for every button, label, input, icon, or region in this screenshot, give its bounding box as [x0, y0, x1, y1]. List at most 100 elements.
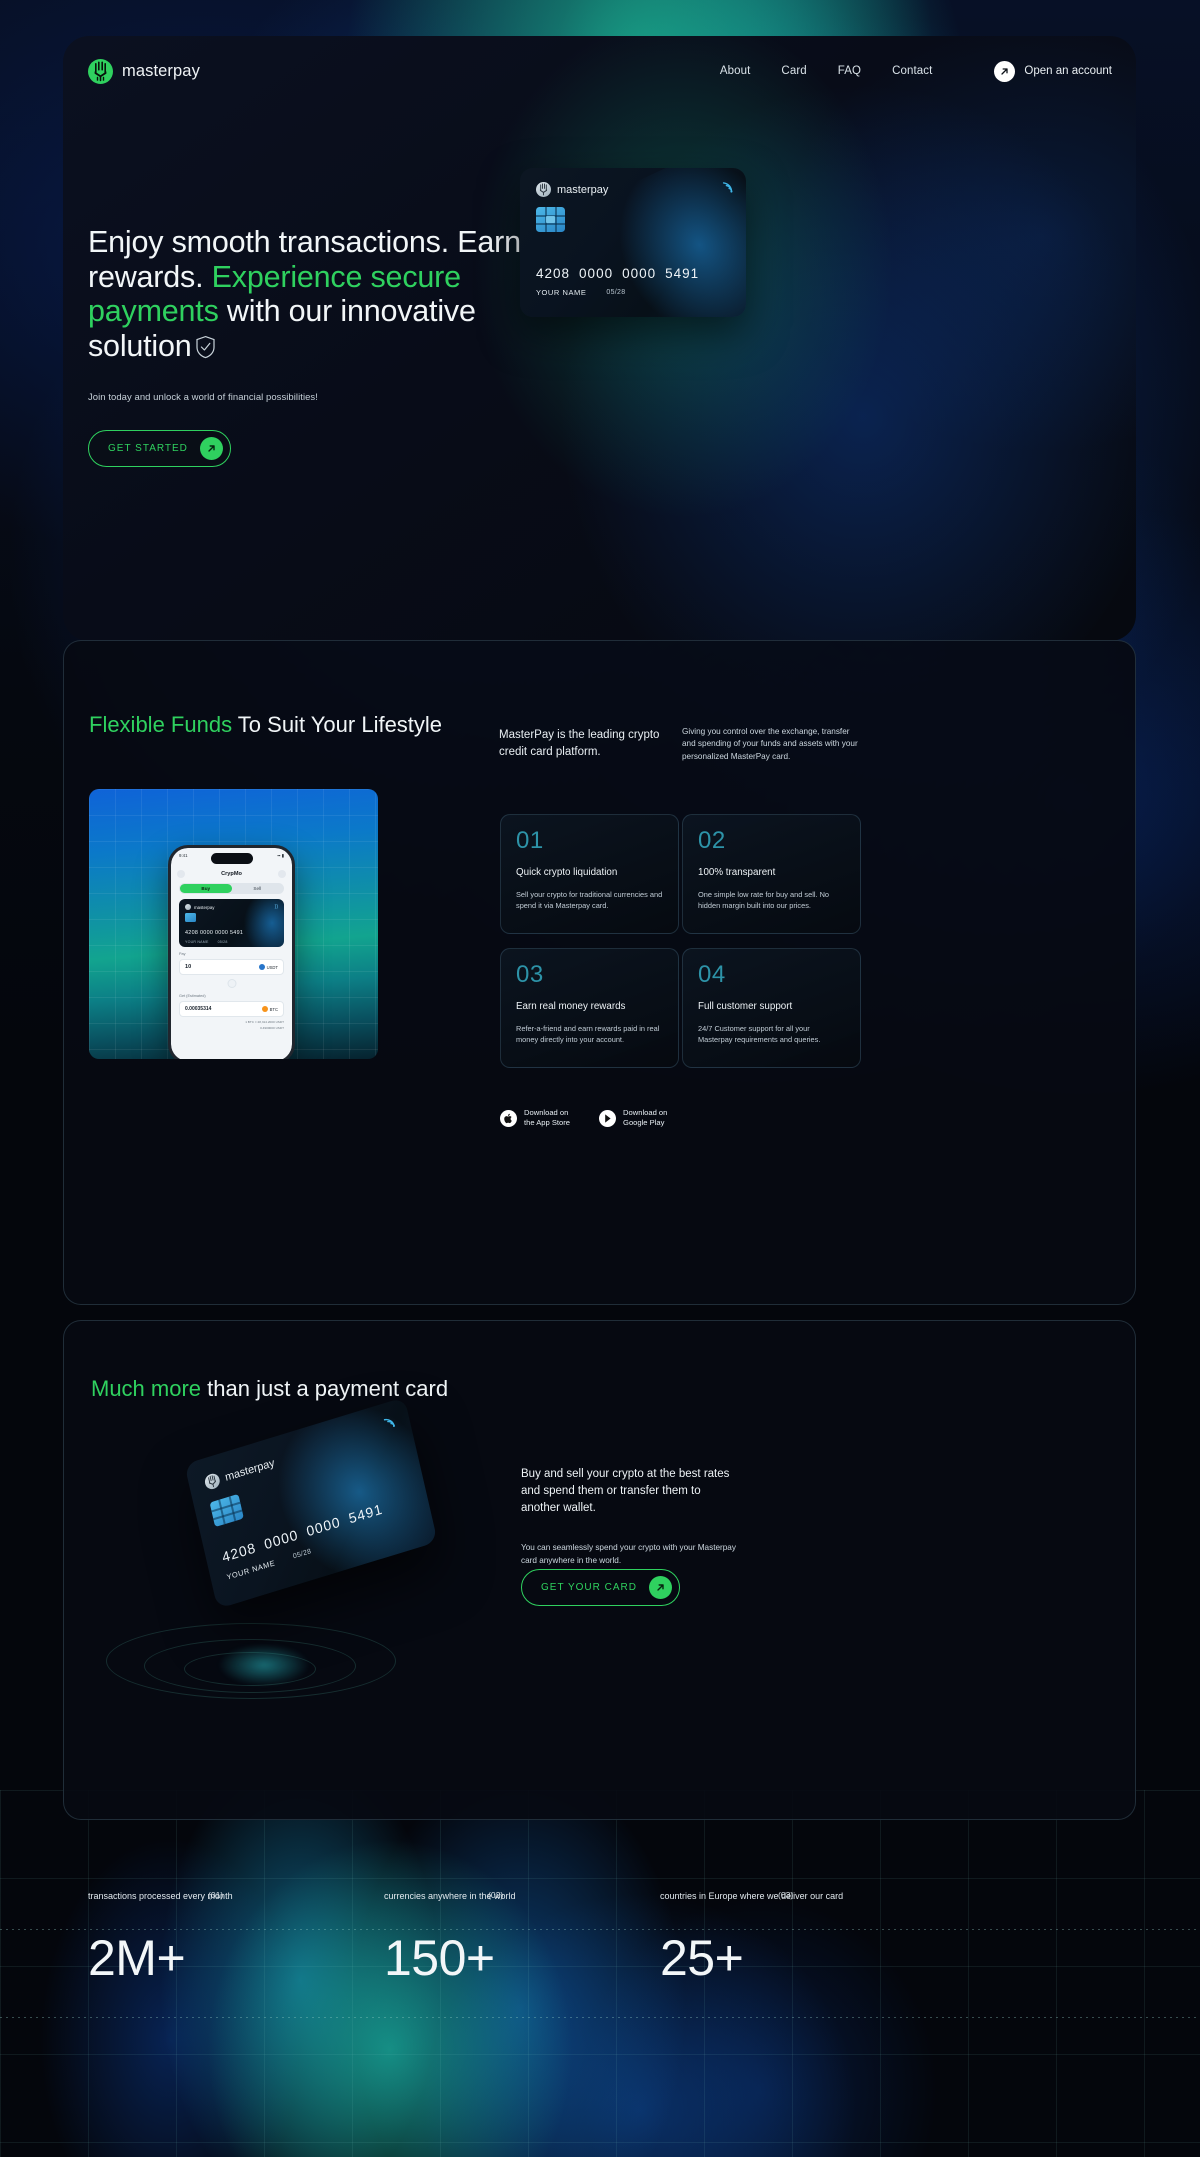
- much-card-brand: masterpay: [203, 1455, 276, 1491]
- feature-number: 03: [516, 961, 544, 988]
- app-topbar: CrypMo: [171, 867, 292, 880]
- app-preview: 9:41 ▪▪ ▮ CrypMo Buy Sell masterpay)) 4…: [89, 789, 378, 1059]
- nav-item-faq[interactable]: FAQ: [838, 65, 861, 77]
- app-store-button[interactable]: Download on the App Store: [500, 1108, 570, 1129]
- feature-number: 01: [516, 827, 544, 854]
- feature-title: Earn real money rewards: [516, 1001, 626, 1012]
- feature-desc: One simple low rate for buy and sell. No…: [698, 890, 830, 911]
- tab-sell[interactable]: Sell: [232, 884, 284, 893]
- tab-buy[interactable]: Buy: [180, 884, 232, 893]
- card-number: 4208 0000 0000 5491: [536, 266, 708, 281]
- status-time: 9:41: [179, 853, 188, 858]
- get-currency: BTC: [269, 1006, 278, 1012]
- flexible-lead: MasterPay is the leading crypto credit c…: [499, 729, 660, 758]
- much-copy: Buy and sell your crypto at the best rat…: [521, 1466, 736, 1567]
- card-number-group: 0000: [622, 266, 657, 281]
- card-number-group: 0000: [262, 1526, 300, 1553]
- open-account-button[interactable]: Open an account: [994, 60, 1112, 82]
- stat-value: 150+: [384, 1930, 495, 1987]
- get-your-card-button[interactable]: GET YOUR CARD: [521, 1569, 680, 1606]
- card-number-group: 5491: [665, 266, 700, 281]
- emv-chip-icon: [185, 913, 196, 922]
- nav-item-contact[interactable]: Contact: [892, 65, 932, 77]
- get-output-row: 0.00035314 BTC: [179, 1001, 284, 1017]
- profile-icon[interactable]: [278, 870, 286, 878]
- feature-number: 02: [698, 827, 726, 854]
- feature-card: 01 Quick crypto liquidation Sell your cr…: [500, 814, 679, 934]
- floating-card-visual: masterpay 4208 0000 0000 5491 YOUR NAME 05/…: [84, 1397, 504, 1761]
- feature-title: Full customer support: [698, 1001, 793, 1012]
- card-expiry: 05/28: [606, 289, 626, 296]
- app-store-label: Download on the App Store: [524, 1108, 570, 1129]
- phone-card-number: 4208 0000 0000 5491: [185, 930, 244, 936]
- app-store-line1: Download on: [524, 1108, 569, 1117]
- emv-chip-icon: [209, 1493, 244, 1528]
- card-brand-name: masterpay: [557, 183, 609, 196]
- flexible-heading-block: Flexible Funds To Suit Your Lifestyle: [89, 711, 442, 740]
- card-number-group: 0000: [579, 266, 614, 281]
- stat-item: countries in Europe where we deliver our…: [660, 1890, 940, 1983]
- pay-amount[interactable]: 10: [185, 964, 191, 970]
- hero-title: Enjoy smooth transactions. Earn rewards.…: [88, 225, 558, 366]
- feature-number: 04: [698, 961, 726, 988]
- get-currency-selector[interactable]: BTC: [261, 1006, 278, 1012]
- status-icons: ▪▪ ▮: [277, 853, 284, 858]
- feature-desc: 24/7 Customer support for all your Maste…: [698, 1024, 821, 1045]
- much-title-rest: than just a payment card: [201, 1376, 449, 1401]
- swap-icon[interactable]: [227, 979, 236, 988]
- masterpay-logo-icon: [203, 1471, 222, 1491]
- get-your-card-label: GET YOUR CARD: [541, 1582, 637, 1593]
- shield-check-icon: [195, 332, 216, 367]
- flexible-title-accent: Flexible Funds: [89, 712, 233, 737]
- masterpay-logo-icon: [536, 182, 551, 197]
- nav-item-card[interactable]: Card: [781, 65, 806, 77]
- card-number-group: 4208: [536, 266, 571, 281]
- hero-subtitle: Join today and unlock a world of financi…: [88, 392, 318, 404]
- back-icon[interactable]: [177, 870, 185, 878]
- stat-item: transactions processed every month (01) …: [88, 1890, 348, 1983]
- google-play-icon: [599, 1109, 617, 1127]
- phone-screen: 9:41 ▪▪ ▮ CrypMo Buy Sell masterpay)) 4…: [171, 848, 292, 1059]
- feature-card: 02 100% transparent One simple low rate …: [682, 814, 861, 934]
- apple-icon: [500, 1109, 517, 1127]
- pay-currency-selector[interactable]: USDT: [258, 964, 278, 970]
- get-started-button[interactable]: GET STARTED: [88, 430, 231, 468]
- buy-sell-toggle[interactable]: Buy Sell: [179, 883, 284, 894]
- feature-card: 04 Full customer support 24/7 Customer s…: [682, 948, 861, 1068]
- arrow-up-right-icon: [994, 60, 1016, 82]
- site-header: masterpay About Card FAQ Contact Open an…: [88, 52, 1112, 90]
- open-account-label: Open an account: [1024, 65, 1112, 77]
- emv-chip-icon: [536, 207, 565, 232]
- hero-credit-card: masterpay 4208 0000 0000 5491 YOUR NAME 05/…: [520, 168, 746, 317]
- much-credit-card: masterpay 4208 0000 0000 5491 YOUR NAME 05/…: [184, 1397, 438, 1609]
- card-number-group: 0000: [304, 1513, 343, 1540]
- google-play-button[interactable]: Download on Google Play: [599, 1108, 667, 1129]
- feature-card: 03 Earn real money rewards Refer-a-frien…: [500, 948, 679, 1068]
- much-card-brand-name: masterpay: [223, 1456, 276, 1484]
- app-title: CrypMo: [221, 870, 242, 877]
- store-badges: Download on the App Store Download on Go…: [500, 1108, 667, 1129]
- card-number-group: 5491: [347, 1500, 385, 1527]
- nav-item-about[interactable]: About: [720, 65, 751, 77]
- pay-input-row[interactable]: 10 USDT: [179, 959, 284, 975]
- brand-logo[interactable]: masterpay: [88, 58, 200, 84]
- much-lead: Buy and sell your crypto at the best rat…: [521, 1468, 730, 1515]
- landing-page: masterpay About Card FAQ Contact Open an…: [0, 0, 1200, 2157]
- phone-card-brand-name: masterpay: [194, 904, 215, 910]
- feature-title: Quick crypto liquidation: [516, 867, 618, 878]
- stat-label: currencies anywhere in the world: [384, 1891, 516, 1901]
- phone-card-brand: masterpay: [185, 904, 215, 910]
- feature-desc: Sell your crypto for traditional currenc…: [516, 890, 663, 911]
- arrow-up-right-icon: [199, 437, 223, 461]
- much-note: You can seamlessly spend your crypto wit…: [521, 1543, 736, 1565]
- stat-index: (03): [778, 1890, 794, 1900]
- google-play-label: Download on Google Play: [623, 1108, 667, 1129]
- hero-copy: Enjoy smooth transactions. Earn rewards.…: [88, 225, 558, 468]
- stat-index: (02): [488, 1890, 504, 1900]
- stat-label: countries in Europe where we deliver our…: [660, 1891, 844, 1901]
- rate-line: 1 BTC = 28,314.2000 USDT: [245, 1020, 284, 1024]
- phone-card-holder: YOUR NAME: [185, 940, 209, 944]
- app-store-line2: the App Store: [524, 1118, 571, 1128]
- flexible-funds-section: Flexible Funds To Suit Your Lifestyle Ma…: [63, 640, 1136, 1305]
- arrow-up-right-icon: [648, 1576, 672, 1599]
